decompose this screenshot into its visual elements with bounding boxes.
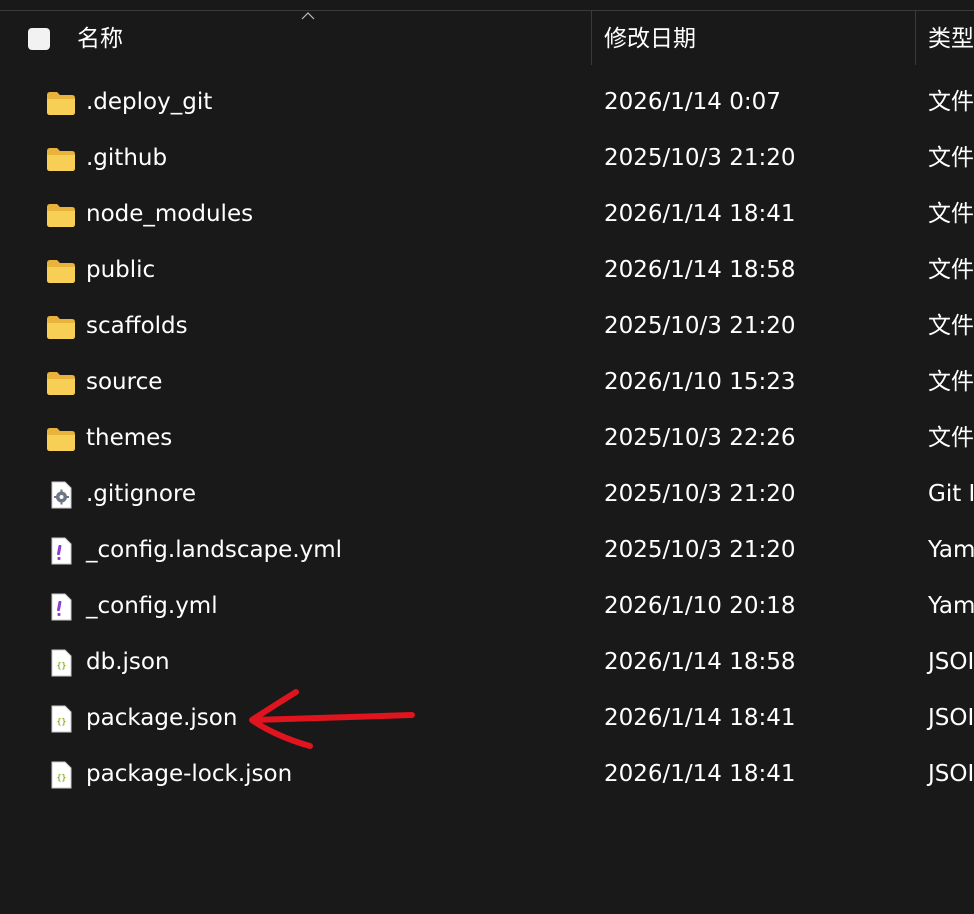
file-row[interactable]: {} package.json 2026/1/14 18:41 JSOI bbox=[0, 691, 974, 747]
file-type: 文件 bbox=[928, 89, 974, 115]
svg-text:{}: {} bbox=[57, 717, 67, 726]
file-name[interactable]: .gitignore bbox=[86, 479, 196, 509]
file-modified-date: 2026/1/14 18:41 bbox=[604, 705, 796, 731]
file-name[interactable]: db.json bbox=[86, 647, 170, 677]
column-header: 名称 修改日期 类型 bbox=[0, 11, 974, 67]
file-type: 文件 bbox=[928, 369, 974, 395]
file-modified-date: 2026/1/14 18:58 bbox=[604, 257, 796, 283]
select-all-checkbox[interactable] bbox=[28, 28, 50, 50]
file-type: 文件 bbox=[928, 145, 974, 171]
folder-icon bbox=[46, 145, 76, 173]
file-row[interactable]: {} db.json 2026/1/14 18:58 JSOI bbox=[0, 635, 974, 691]
json-file-icon: {} bbox=[46, 761, 76, 789]
column-divider[interactable] bbox=[591, 11, 592, 65]
folder-icon bbox=[46, 89, 76, 117]
json-file-icon: {} bbox=[46, 705, 76, 733]
file-explorer-window: 名称 修改日期 类型 .deploy_git 2026/1/14 0:07 文件 .… bbox=[0, 0, 974, 914]
yaml-file-icon bbox=[46, 593, 76, 621]
file-row[interactable]: public 2026/1/14 18:58 文件 bbox=[0, 243, 974, 299]
file-modified-date: 2025/10/3 21:20 bbox=[604, 313, 796, 339]
file-name[interactable]: _config.yml bbox=[86, 591, 218, 621]
file-modified-date: 2026/1/14 18:41 bbox=[604, 761, 796, 787]
folder-icon bbox=[46, 257, 76, 285]
file-type: JSOI bbox=[928, 705, 974, 731]
file-row[interactable]: themes 2025/10/3 22:26 文件 bbox=[0, 411, 974, 467]
file-row[interactable]: .deploy_git 2026/1/14 0:07 文件 bbox=[0, 75, 974, 131]
file-type: 文件 bbox=[928, 425, 974, 451]
column-header-name[interactable]: 名称 bbox=[77, 24, 123, 54]
file-name[interactable]: themes bbox=[86, 423, 172, 453]
folder-icon bbox=[46, 313, 76, 341]
file-modified-date: 2025/10/3 21:20 bbox=[604, 481, 796, 507]
column-divider[interactable] bbox=[915, 11, 916, 65]
file-modified-date: 2026/1/14 0:07 bbox=[604, 89, 781, 115]
file-row[interactable]: .gitignore 2025/10/3 21:20 Git I bbox=[0, 467, 974, 523]
svg-text:{}: {} bbox=[57, 773, 67, 782]
file-name[interactable]: node_modules bbox=[86, 199, 253, 229]
file-list: .deploy_git 2026/1/14 0:07 文件 .github 2025/… bbox=[0, 75, 974, 803]
file-modified-date: 2026/1/14 18:58 bbox=[604, 649, 796, 675]
file-modified-date: 2025/10/3 21:20 bbox=[604, 145, 796, 171]
file-name[interactable]: _config.landscape.yml bbox=[86, 535, 342, 565]
file-row[interactable]: _config.yml 2026/1/10 20:18 Yam bbox=[0, 579, 974, 635]
file-name[interactable]: .deploy_git bbox=[86, 87, 212, 117]
column-header-date[interactable]: 修改日期 bbox=[604, 24, 696, 54]
folder-icon bbox=[46, 425, 76, 453]
file-modified-date: 2026/1/14 18:41 bbox=[604, 201, 796, 227]
file-modified-date: 2026/1/10 15:23 bbox=[604, 369, 796, 395]
file-name[interactable]: source bbox=[86, 367, 162, 397]
file-row[interactable]: _config.landscape.yml 2025/10/3 21:20 Yam bbox=[0, 523, 974, 579]
file-type: Yam bbox=[928, 593, 974, 619]
file-type: 文件 bbox=[928, 257, 974, 283]
file-type: Git I bbox=[928, 481, 974, 507]
yaml-file-icon bbox=[46, 537, 76, 565]
gear-file-icon bbox=[46, 481, 76, 509]
file-row[interactable]: scaffolds 2025/10/3 21:20 文件 bbox=[0, 299, 974, 355]
file-type: JSOI bbox=[928, 649, 974, 675]
folder-icon bbox=[46, 201, 76, 229]
file-name[interactable]: .github bbox=[86, 143, 167, 173]
file-row[interactable]: source 2026/1/10 15:23 文件 bbox=[0, 355, 974, 411]
file-modified-date: 2025/10/3 22:26 bbox=[604, 425, 796, 451]
json-file-icon: {} bbox=[46, 649, 76, 677]
file-type: Yam bbox=[928, 537, 974, 563]
file-modified-date: 2025/10/3 21:20 bbox=[604, 537, 796, 563]
file-row[interactable]: .github 2025/10/3 21:20 文件 bbox=[0, 131, 974, 187]
column-header-type[interactable]: 类型 bbox=[928, 24, 974, 54]
file-type: 文件 bbox=[928, 313, 974, 339]
file-type: 文件 bbox=[928, 201, 974, 227]
svg-text:{}: {} bbox=[57, 661, 67, 670]
file-name[interactable]: package.json bbox=[86, 703, 237, 733]
file-name[interactable]: public bbox=[86, 255, 155, 285]
file-type: JSOI bbox=[928, 761, 974, 787]
file-modified-date: 2026/1/10 20:18 bbox=[604, 593, 796, 619]
file-row[interactable]: node_modules 2026/1/14 18:41 文件 bbox=[0, 187, 974, 243]
folder-icon bbox=[46, 369, 76, 397]
file-name[interactable]: package-lock.json bbox=[86, 759, 292, 789]
file-name[interactable]: scaffolds bbox=[86, 311, 188, 341]
file-row[interactable]: {} package-lock.json 2026/1/14 18:41 JSOI bbox=[0, 747, 974, 803]
